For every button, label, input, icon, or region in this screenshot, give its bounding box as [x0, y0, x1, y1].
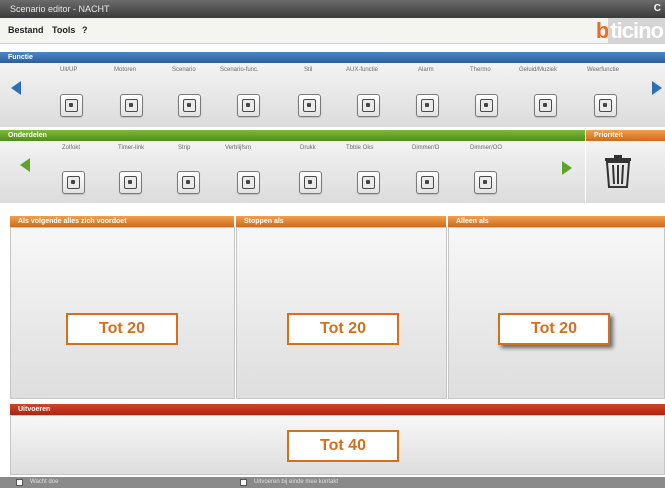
trash-icon[interactable]: [603, 154, 633, 188]
logo-rest: ticino: [608, 18, 665, 43]
return-icon[interactable]: [177, 171, 200, 194]
menu-bar: Bestand Tools ? bticino: [0, 18, 665, 44]
toggle-icon[interactable]: [60, 94, 83, 117]
timer-icon[interactable]: [119, 171, 142, 194]
weather-icon[interactable]: [594, 94, 617, 117]
speaker-icon[interactable]: [534, 94, 557, 117]
condition-label-5: Drukk: [300, 145, 316, 151]
actions-header: Uitvoeren: [10, 404, 665, 415]
scenario-function-icon[interactable]: [237, 94, 260, 117]
dimmer-plus-icon[interactable]: [474, 171, 497, 194]
close-button[interactable]: C: [654, 0, 661, 18]
panel-when-callout: Tot 20: [66, 313, 178, 345]
user-icon[interactable]: [237, 171, 260, 194]
functions-row: Uit/UP Motoren Scenario Scenario-func. S…: [0, 63, 665, 127]
function-label-4: Scenario-func.: [220, 67, 259, 73]
conditions-scroll-left-icon[interactable]: [20, 158, 30, 172]
panel-stop-callout: Tot 20: [287, 313, 399, 345]
condition-label-2: Timer-link: [118, 145, 145, 151]
panel-when-header: Als volgende alles zich voordoet: [10, 216, 234, 227]
functions-scroll-right-icon[interactable]: [652, 81, 662, 95]
wait-checkbox-label: Wacht doe: [30, 479, 59, 485]
condition-label-3: Strip: [178, 145, 191, 151]
panel-stop-header: Stoppen als: [236, 216, 446, 227]
condition-label-7: Dimmer/O: [412, 145, 440, 151]
panel-only-if-header: Alleen als: [448, 216, 665, 227]
menu-tools[interactable]: Tools: [52, 25, 75, 35]
power-icon[interactable]: [357, 94, 380, 117]
panel-only-if-callout: Tot 20: [498, 313, 610, 345]
lamp-icon[interactable]: [62, 171, 85, 194]
conditions-row: Zolfokt Timer-link Strip Verblijfsm Druk…: [0, 141, 585, 203]
function-label-9: Geluid/Muziek: [519, 67, 558, 73]
window-title: Scenario editor - NACHT: [10, 4, 110, 14]
function-label-6: AUX-functie: [346, 67, 379, 73]
logo-b: b: [595, 18, 609, 43]
conditions-header: Onderdelen: [0, 130, 585, 141]
functions-scroll-left-icon[interactable]: [11, 81, 21, 95]
function-label-1: Uit/UP: [60, 67, 78, 73]
run-end-checkbox[interactable]: [240, 479, 247, 486]
thermometer-icon[interactable]: [475, 94, 498, 117]
functions-header: Functie: [0, 52, 665, 63]
function-label-7: Alarm: [418, 67, 434, 73]
camera-icon[interactable]: [357, 171, 380, 194]
run-end-checkbox-label: Uitvoeren bij einde mee kontakt: [254, 479, 339, 485]
motor-icon[interactable]: [120, 94, 143, 117]
function-label-10: Weerfunctie: [587, 67, 619, 73]
footer-bar: Wacht doe Uitvoeren bij einde mee kontak…: [0, 477, 665, 488]
condition-label-4: Verblijfsm: [225, 145, 252, 151]
function-label-3: Scenario: [172, 67, 196, 73]
menu-help[interactable]: ?: [82, 25, 88, 35]
menu-bestand[interactable]: Bestand: [8, 25, 44, 35]
conditions-scroll-right-icon[interactable]: [562, 161, 572, 175]
condition-label-8: Dimmer/OO: [470, 145, 502, 151]
priority-header: Prioriteit: [586, 130, 665, 141]
function-label-5: Stil: [304, 67, 313, 73]
clock-icon[interactable]: [298, 94, 321, 117]
window-titlebar: Scenario editor - NACHT C: [0, 0, 665, 18]
battery-icon[interactable]: [299, 171, 322, 194]
wait-checkbox[interactable]: [16, 479, 23, 486]
function-label-8: Thermo: [470, 67, 491, 73]
condition-label-1: Zolfokt: [62, 145, 81, 151]
actions-callout: Tot 40: [287, 430, 399, 462]
alarm-icon[interactable]: [416, 94, 439, 117]
bticino-logo: bticino: [595, 18, 665, 43]
dimmer-icon[interactable]: [416, 171, 439, 194]
condition-label-6: Tbble Oks: [346, 145, 374, 151]
function-label-2: Motoren: [114, 67, 137, 73]
scenario-icon[interactable]: [178, 94, 201, 117]
